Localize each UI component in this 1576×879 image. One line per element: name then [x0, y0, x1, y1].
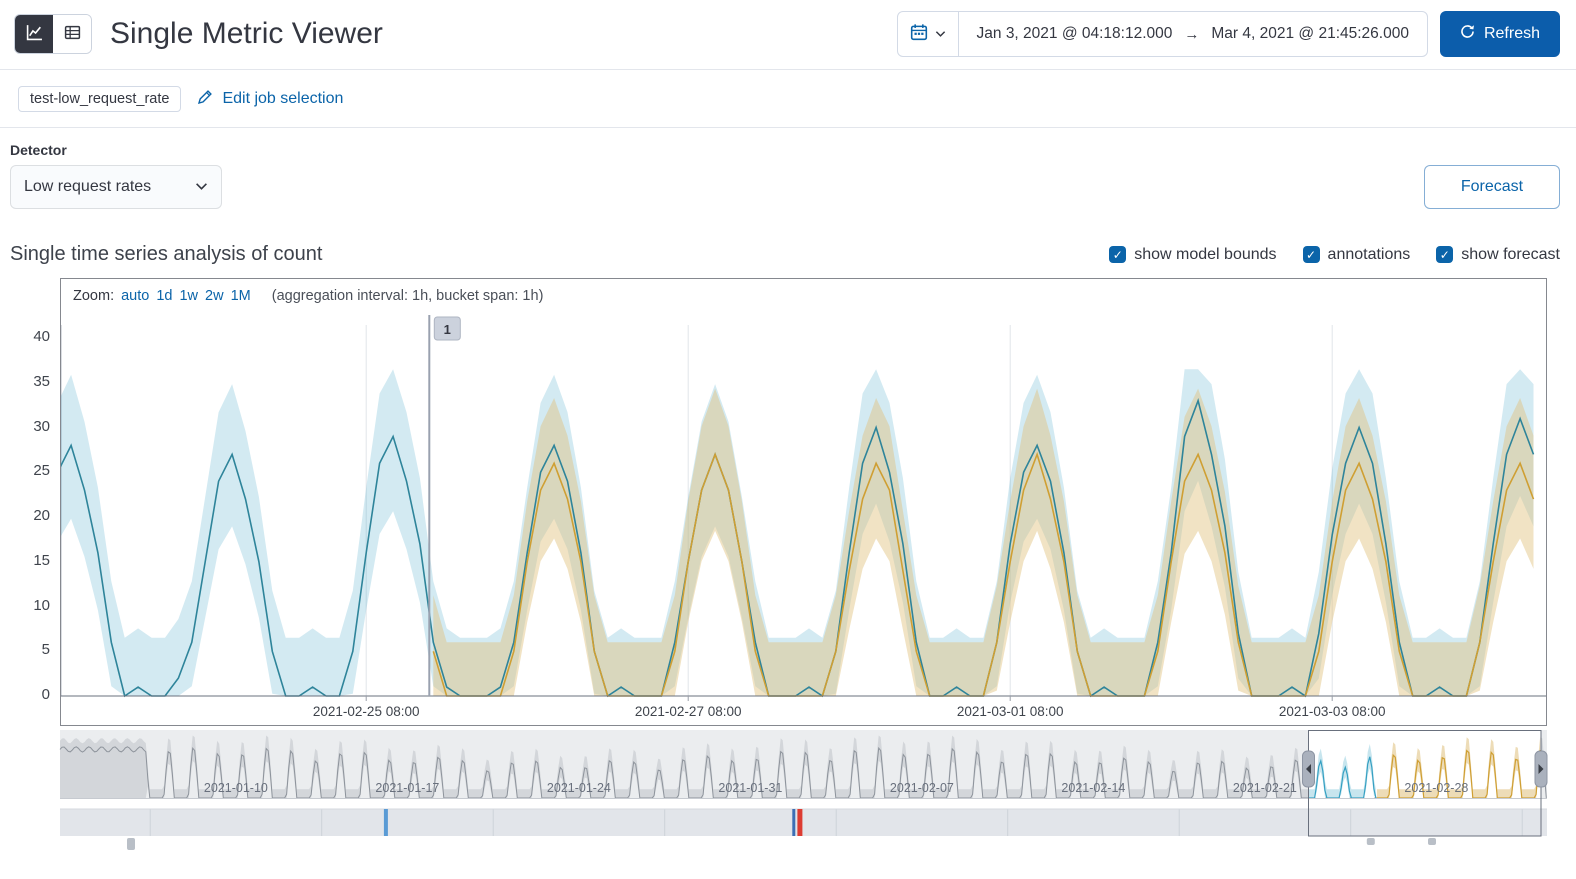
- refresh-button[interactable]: Refresh: [1439, 11, 1560, 57]
- zoom-controls: Zoom: auto 1d 1w 2w 1M (aggregation interval:…: [61, 279, 1546, 311]
- date-range-end[interactable]: Mar 4, 2021 @ 21:45:26.000: [1211, 25, 1409, 43]
- chart-view-button[interactable]: [15, 15, 53, 53]
- checked-checkbox-icon: ✓: [1109, 246, 1127, 263]
- y-axis: 0 5 10 15 20 25 30 35 40: [4, 278, 50, 726]
- detector-select[interactable]: Low request rates: [10, 165, 222, 209]
- y-axis-tick-label: 20: [33, 507, 50, 524]
- context-tick-label: 2021-01-10: [204, 781, 268, 795]
- chart-line-icon: [26, 24, 43, 44]
- x-axis-tick-label: 2021-03-01 08:00: [957, 704, 1064, 719]
- checked-checkbox-icon: ✓: [1302, 246, 1320, 263]
- context-chart-area: 2021-01-10 2021-01-17 2021-01-24 2021-01-31…: [59, 730, 1552, 857]
- x-axis-tick-label: 2021-03-03 08:00: [1279, 704, 1386, 719]
- pencil-icon: [197, 89, 213, 110]
- annotation-badge-label: 1: [444, 322, 451, 337]
- annotation-marker[interactable]: [792, 809, 796, 836]
- context-chart-svg[interactable]: 2021-01-10 2021-01-17 2021-01-24 2021-01-31…: [59, 730, 1552, 857]
- y-axis-tick-label: 10: [33, 596, 50, 614]
- context-tick-label: 2021-02-21: [1233, 781, 1297, 795]
- zoom-option-2w[interactable]: 2w: [205, 288, 224, 304]
- annotation-marker[interactable]: [383, 809, 388, 836]
- x-axis-tick-label: 2021-02-27 08:00: [635, 704, 742, 719]
- refresh-button-label: Refresh: [1483, 25, 1540, 42]
- job-badge[interactable]: test-low_request_rate: [18, 86, 182, 112]
- checkbox-label: annotations: [1327, 245, 1411, 263]
- edit-job-selection-label: Edit job selection: [222, 90, 344, 107]
- time-series-chart: Zoom: auto 1d 1w 2w 1M (aggregation interval:…: [60, 278, 1547, 726]
- date-range: Jan 3, 2021 @ 04:18:12.000 → Mar 4, 2021…: [959, 12, 1427, 56]
- page-title: Single Metric Viewer: [110, 17, 383, 50]
- context-tick-label: 2021-02-07: [890, 781, 954, 795]
- zoom-option-1d[interactable]: 1d: [156, 288, 172, 304]
- context-tick-label: 2021-01-17: [375, 781, 439, 795]
- checkbox-show-forecast[interactable]: ✓ show forecast: [1436, 246, 1560, 264]
- checkbox-show-model-bounds[interactable]: ✓ show model bounds: [1109, 245, 1277, 264]
- aggregation-interval-text: (aggregation interval: 1h, bucket span: …: [271, 288, 544, 304]
- y-axis-tick-label: 15: [33, 551, 50, 569]
- series-header-row: Single time series analysis of count ✓ s…: [10, 243, 1560, 266]
- date-range-arrow-icon: →: [1184, 25, 1200, 43]
- y-axis-tick-label: 25: [33, 462, 50, 480]
- series-title: Single time series analysis of count: [10, 243, 323, 265]
- context-tick-label: 2021-02-28: [1404, 781, 1468, 795]
- checkbox-annotations[interactable]: ✓ annotations: [1302, 245, 1411, 264]
- y-axis-tick-label: 30: [33, 417, 50, 435]
- refresh-icon: [1460, 24, 1475, 44]
- date-range-start[interactable]: Jan 3, 2021 @ 04:18:12.000: [977, 25, 1173, 43]
- detector-select-value: Low request rates: [24, 178, 152, 195]
- zoom-option-1w[interactable]: 1w: [179, 288, 198, 304]
- timeline-marker: [1366, 838, 1375, 845]
- annotations-swimlane[interactable]: [60, 809, 1547, 836]
- page-header: Single Metric Viewer Jan 3, 2021 @ 04:18…: [0, 0, 1576, 70]
- view-toggle-group: [14, 14, 92, 54]
- checkbox-label: show forecast: [1461, 245, 1560, 263]
- context-tick-label: 2021-01-31: [718, 781, 782, 795]
- y-axis-tick-label: 5: [41, 641, 50, 659]
- calendar-icon: [910, 23, 928, 46]
- y-axis-tick-label: 0: [41, 686, 50, 703]
- edit-job-selection-link[interactable]: Edit job selection: [197, 89, 343, 110]
- chevron-down-icon: [935, 25, 946, 43]
- chevron-down-icon: [195, 178, 208, 196]
- timeline-marker: [127, 838, 135, 850]
- forecast-button[interactable]: Forecast: [1424, 165, 1560, 209]
- zoom-label: Zoom:: [73, 288, 115, 304]
- main-chart-svg[interactable]: 2021-02-25 08:00 2021-02-27 08:00 2021-03-…: [61, 311, 1546, 725]
- checkbox-label: show model bounds: [1134, 245, 1277, 263]
- date-picker: Jan 3, 2021 @ 04:18:12.000 → Mar 4, 2021…: [896, 11, 1428, 57]
- time-series-chart-area: 0 5 10 15 20 25 30 35 40 Zoom: auto 1d 1w 2w 1M (aggr…: [33, 278, 1547, 726]
- zoom-option-auto[interactable]: auto: [121, 288, 149, 304]
- y-axis-tick-label: 40: [33, 328, 50, 345]
- zoom-option-1M[interactable]: 1M: [231, 288, 251, 304]
- forecast-bounds-band: [433, 388, 1534, 696]
- single-metric-viewer-page: Single Metric Viewer Jan 3, 2021 @ 04:18…: [0, 0, 1576, 879]
- context-tick-label: 2021-01-24: [547, 781, 611, 795]
- annotation-marker[interactable]: [797, 809, 803, 836]
- job-selection-bar: test-low_request_rate Edit job selection: [0, 70, 1576, 128]
- detector-row: Detector Low request rates Forecast: [10, 142, 1560, 209]
- x-axis-tick-label: 2021-02-25 08:00: [313, 704, 420, 719]
- context-tick-label: 2021-02-14: [1061, 781, 1125, 795]
- timeline-marker: [1428, 838, 1436, 845]
- detector-label: Detector: [10, 142, 67, 158]
- date-picker-quick-menu[interactable]: [898, 12, 959, 56]
- y-axis-tick-label: 35: [33, 372, 50, 390]
- table-view-button[interactable]: [53, 15, 91, 53]
- checked-checkbox-icon: ✓: [1436, 246, 1454, 263]
- table-icon: [64, 24, 81, 44]
